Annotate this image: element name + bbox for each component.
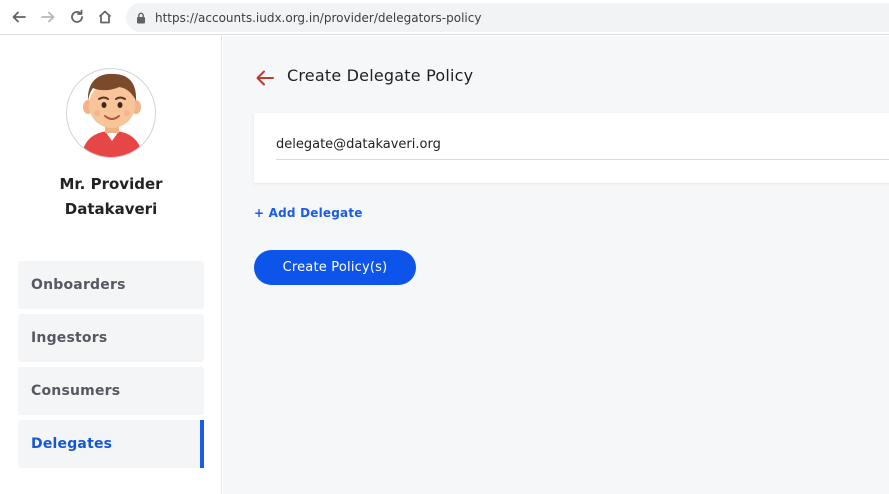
user-name: Mr. Provider Datakaveri — [0, 172, 222, 222]
add-delegate-link[interactable]: + Add Delegate — [254, 206, 363, 220]
sidebar-item-onboarders[interactable]: Onboarders — [18, 261, 204, 309]
back-arrow-icon[interactable] — [8, 6, 30, 28]
sidebar-item-delegates[interactable]: Delegates — [18, 420, 204, 468]
forward-arrow-icon[interactable] — [37, 6, 59, 28]
page-title: Create Delegate Policy — [287, 66, 474, 85]
user-name-line2: Datakaveri — [64, 200, 158, 218]
sidebar: Mr. Provider Datakaveri Onboarders Inges… — [0, 36, 222, 494]
main-content: Create Delegate Policy + Add Delegate Cr… — [223, 36, 889, 494]
sidebar-item-label: Consumers — [31, 383, 121, 399]
back-arrow-icon[interactable] — [255, 69, 275, 87]
browser-toolbar: https://accounts.iudx.org.in/provider/de… — [0, 0, 889, 35]
reload-icon[interactable] — [66, 6, 88, 28]
user-avatar-icon — [81, 73, 143, 157]
sidebar-item-label: Delegates — [31, 436, 113, 452]
avatar — [66, 68, 156, 158]
lock-icon — [136, 12, 146, 24]
sidebar-item-label: Ingestors — [31, 330, 108, 346]
delegate-email-field[interactable] — [276, 130, 889, 160]
user-name-line1: Mr. Provider — [59, 175, 163, 193]
home-icon[interactable] — [94, 6, 116, 28]
url-text: https://accounts.iudx.org.in/provider/de… — [155, 10, 482, 25]
sidebar-item-consumers[interactable]: Consumers — [18, 367, 204, 415]
sidebar-item-ingestors[interactable]: Ingestors — [18, 314, 204, 362]
address-bar[interactable]: https://accounts.iudx.org.in/provider/de… — [126, 3, 889, 32]
create-policy-button[interactable]: Create Policy(s) — [254, 250, 416, 285]
sidebar-item-label: Onboarders — [31, 277, 126, 293]
delegate-card — [254, 113, 889, 183]
